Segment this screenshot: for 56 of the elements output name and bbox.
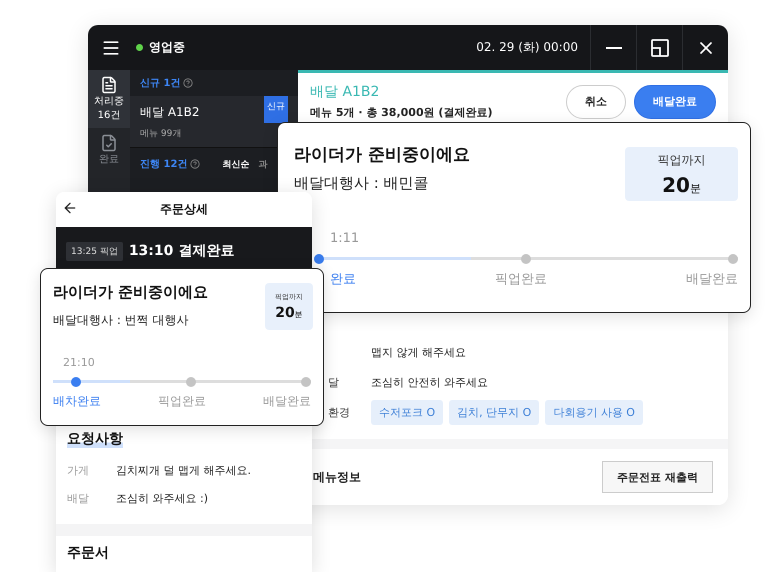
request-text: 조심히 와주세요 :) (116, 490, 208, 506)
cancel-button[interactable]: 취소 (566, 84, 626, 118)
time-text: 21:10 (63, 356, 96, 369)
nav-tab[interactable]: 완료 (88, 128, 130, 172)
option-tag: 다회용기 사용 O (545, 400, 643, 424)
section-title: 메뉴정보 (313, 468, 361, 486)
time-text: 1:11 (330, 231, 360, 246)
complete-button[interactable]: 배달완료 (634, 84, 716, 118)
payment-status: 13:10 결제완료 (128, 242, 234, 260)
option-tag: 수저포크 O (371, 400, 444, 424)
document-check-icon (100, 134, 118, 152)
sort-option[interactable]: 최신순 (222, 158, 250, 170)
section-title: 요청사항 (67, 430, 123, 448)
restore-icon (650, 38, 668, 56)
request-label: 달 (328, 374, 340, 390)
order-title: 배달 A1B2 (310, 83, 380, 101)
step-label: 픽업완료 (495, 271, 547, 288)
step-label: 배차완료 (53, 393, 101, 410)
order-summary: 메뉴 5개 · 총 38,000원 (결제완료) (310, 105, 494, 120)
step-label: 배달완료 (686, 271, 738, 288)
back-button[interactable] (62, 200, 78, 216)
screen-title: 주문상세 (160, 201, 208, 218)
option-tag: 김치, 단무지 O (449, 400, 540, 424)
request-label: 환경 (328, 404, 351, 420)
document-icon (100, 76, 118, 94)
order-list-item[interactable]: 배달 A1B2 메뉴 99개 신규 (130, 96, 298, 148)
reprint-button[interactable]: 주문전표 재출력 (602, 461, 713, 493)
pickup-tag: 13:25 픽업 (66, 242, 123, 260)
request-text: 조심히 안전히 와주세요 (371, 374, 488, 390)
sort-option[interactable]: 과 (258, 158, 268, 170)
help-icon[interactable] (183, 78, 194, 88)
minimize-icon (606, 46, 622, 48)
order-menu-count: 메뉴 99개 (140, 128, 182, 140)
pickup-label: 픽업까지 (658, 152, 706, 168)
request-label: 배달 (67, 490, 90, 506)
agency-text: 배달대행사 : 배민콜 (294, 174, 430, 193)
step-label: 픽업완료 (158, 393, 206, 410)
section-title: 신규 1건 (140, 77, 180, 90)
back-arrow-icon (62, 200, 78, 216)
step-label: 배달완료 (263, 393, 311, 410)
new-badge: 신규 (264, 96, 288, 123)
help-icon[interactable] (190, 159, 200, 169)
pickup-value: 20분 (275, 305, 303, 321)
status-label: 영업중 (149, 39, 185, 56)
request-text: 김치찌개 덜 맵게 해주세요. (116, 462, 251, 478)
date-time: 02. 29 (화) 00:00 (476, 39, 578, 56)
section-title: 주문서 (67, 544, 110, 562)
section-title: 진행 12건 (140, 158, 188, 171)
pickup-value: 20분 (662, 172, 701, 196)
order-title: 배달 A1B2 (140, 104, 200, 121)
nav-tab[interactable]: 처리중 16건 (88, 70, 130, 128)
request-label: 가게 (67, 462, 90, 478)
request-text: 맵지 않게 해주세요 (371, 344, 466, 360)
agency-text: 배달대행사 : 번쩍 대행사 (53, 312, 190, 329)
step-label: 완료 (330, 271, 356, 288)
card-title: 라이더가 준비중이에요 (53, 283, 208, 302)
